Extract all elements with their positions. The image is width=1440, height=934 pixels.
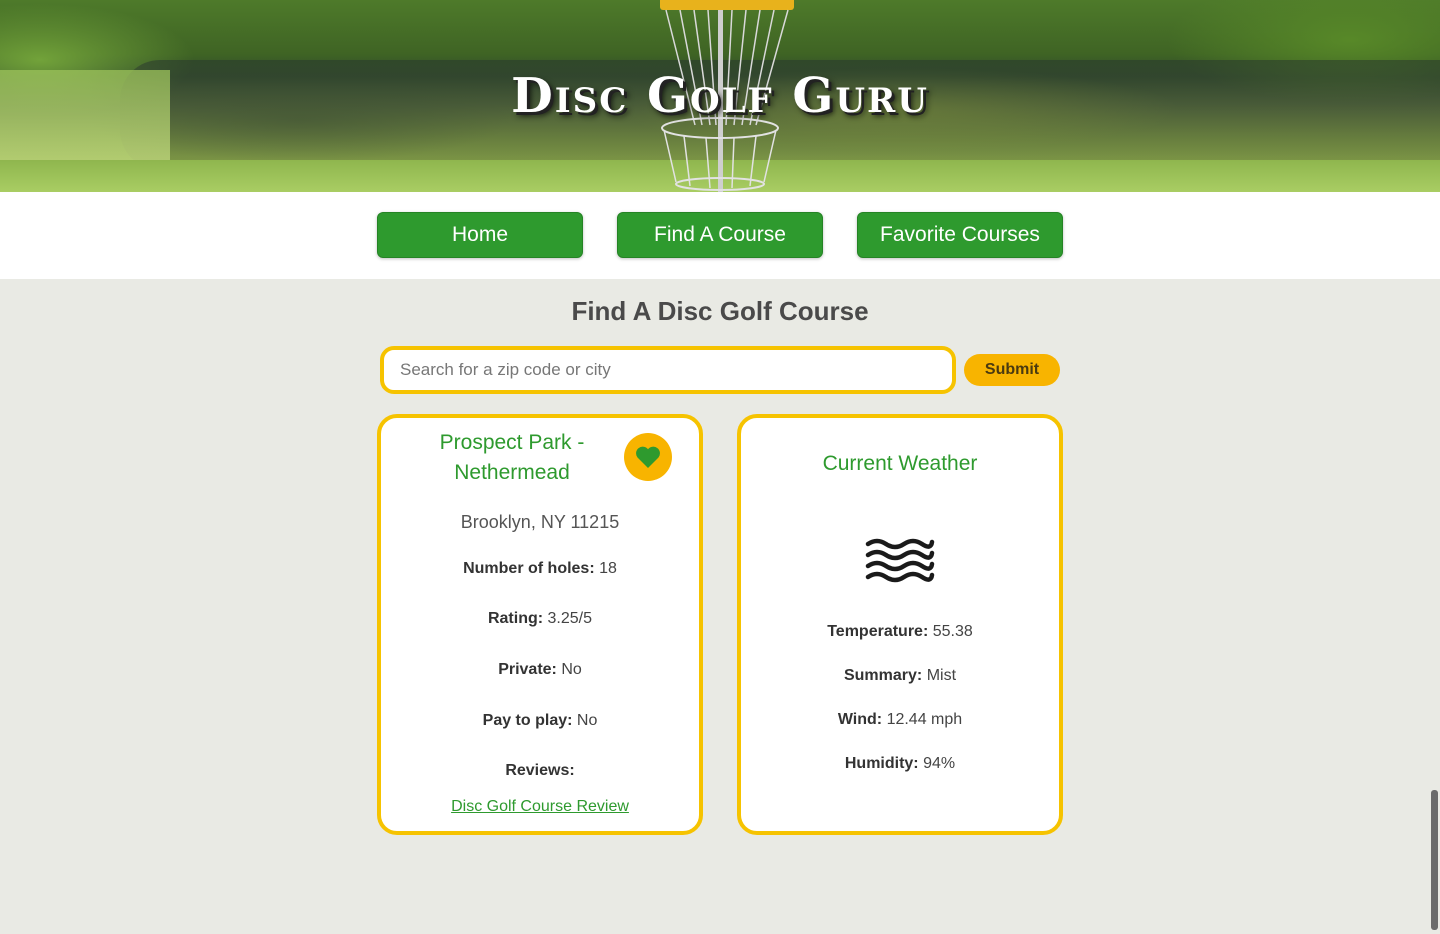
humidity-value: 94%	[923, 755, 956, 772]
summary-value: Mist	[926, 667, 957, 684]
page-title: Find A Disc Golf Course	[571, 296, 869, 326]
rating-label: Rating:	[487, 610, 544, 627]
wind-value: 12.44 mph	[886, 711, 963, 728]
course-card: Prospect Park - Nethermead Brooklyn, NY …	[377, 414, 703, 835]
weather-wind: Wind: 12.44 mph	[741, 711, 1059, 729]
rating-value: 3.25/5	[547, 610, 593, 627]
weather-title: Current Weather	[822, 452, 978, 475]
nav-favorite-courses-button[interactable]: Favorite Courses	[857, 212, 1063, 258]
site-title: Disc Golf Guru	[511, 68, 929, 124]
course-name: Prospect Park - Nethermead	[439, 431, 585, 484]
course-rating: Rating: 3.25/5	[381, 610, 699, 628]
pay-value: No	[576, 712, 598, 729]
favorite-button[interactable]	[624, 433, 672, 481]
pay-label: Pay to play:	[482, 712, 573, 729]
wind-label: Wind:	[837, 711, 883, 728]
course-holes: Number of holes: 18	[381, 560, 699, 578]
page-scrollbar[interactable]	[1431, 790, 1438, 930]
nav-find-course-button[interactable]: Find A Course	[617, 212, 823, 258]
weather-humidity: Humidity: 94%	[741, 755, 1059, 773]
temperature-value: 55.38	[932, 623, 973, 640]
summary-label: Summary:	[843, 667, 923, 684]
holes-label: Number of holes:	[463, 560, 595, 577]
heart-icon	[636, 446, 660, 468]
private-label: Private:	[498, 661, 557, 678]
humidity-label: Humidity:	[844, 755, 919, 772]
course-address: Brooklyn, NY 11215	[460, 512, 620, 532]
review-link[interactable]: Disc Golf Course Review	[381, 798, 699, 816]
search-input[interactable]	[380, 346, 956, 394]
course-private: Private: No	[381, 661, 699, 679]
course-reviews: Reviews:	[381, 762, 699, 780]
weather-card: Current Weather Temperature: 55.38 Summa…	[737, 414, 1063, 835]
nav-home-button[interactable]: Home	[377, 212, 583, 258]
weather-summary: Summary: Mist	[741, 667, 1059, 685]
mist-icon	[865, 538, 935, 583]
holes-value: 18	[599, 560, 617, 577]
private-value: No	[561, 661, 582, 678]
weather-temperature: Temperature: 55.38	[741, 623, 1059, 641]
hero-banner: Disc Golf Guru	[0, 0, 1440, 192]
course-pay-to-play: Pay to play: No	[381, 712, 699, 730]
main-navigation: Home Find A Course Favorite Courses	[0, 192, 1440, 279]
submit-button[interactable]: Submit	[964, 354, 1060, 386]
reviews-label: Reviews:	[505, 762, 575, 779]
temperature-label: Temperature:	[827, 623, 929, 640]
